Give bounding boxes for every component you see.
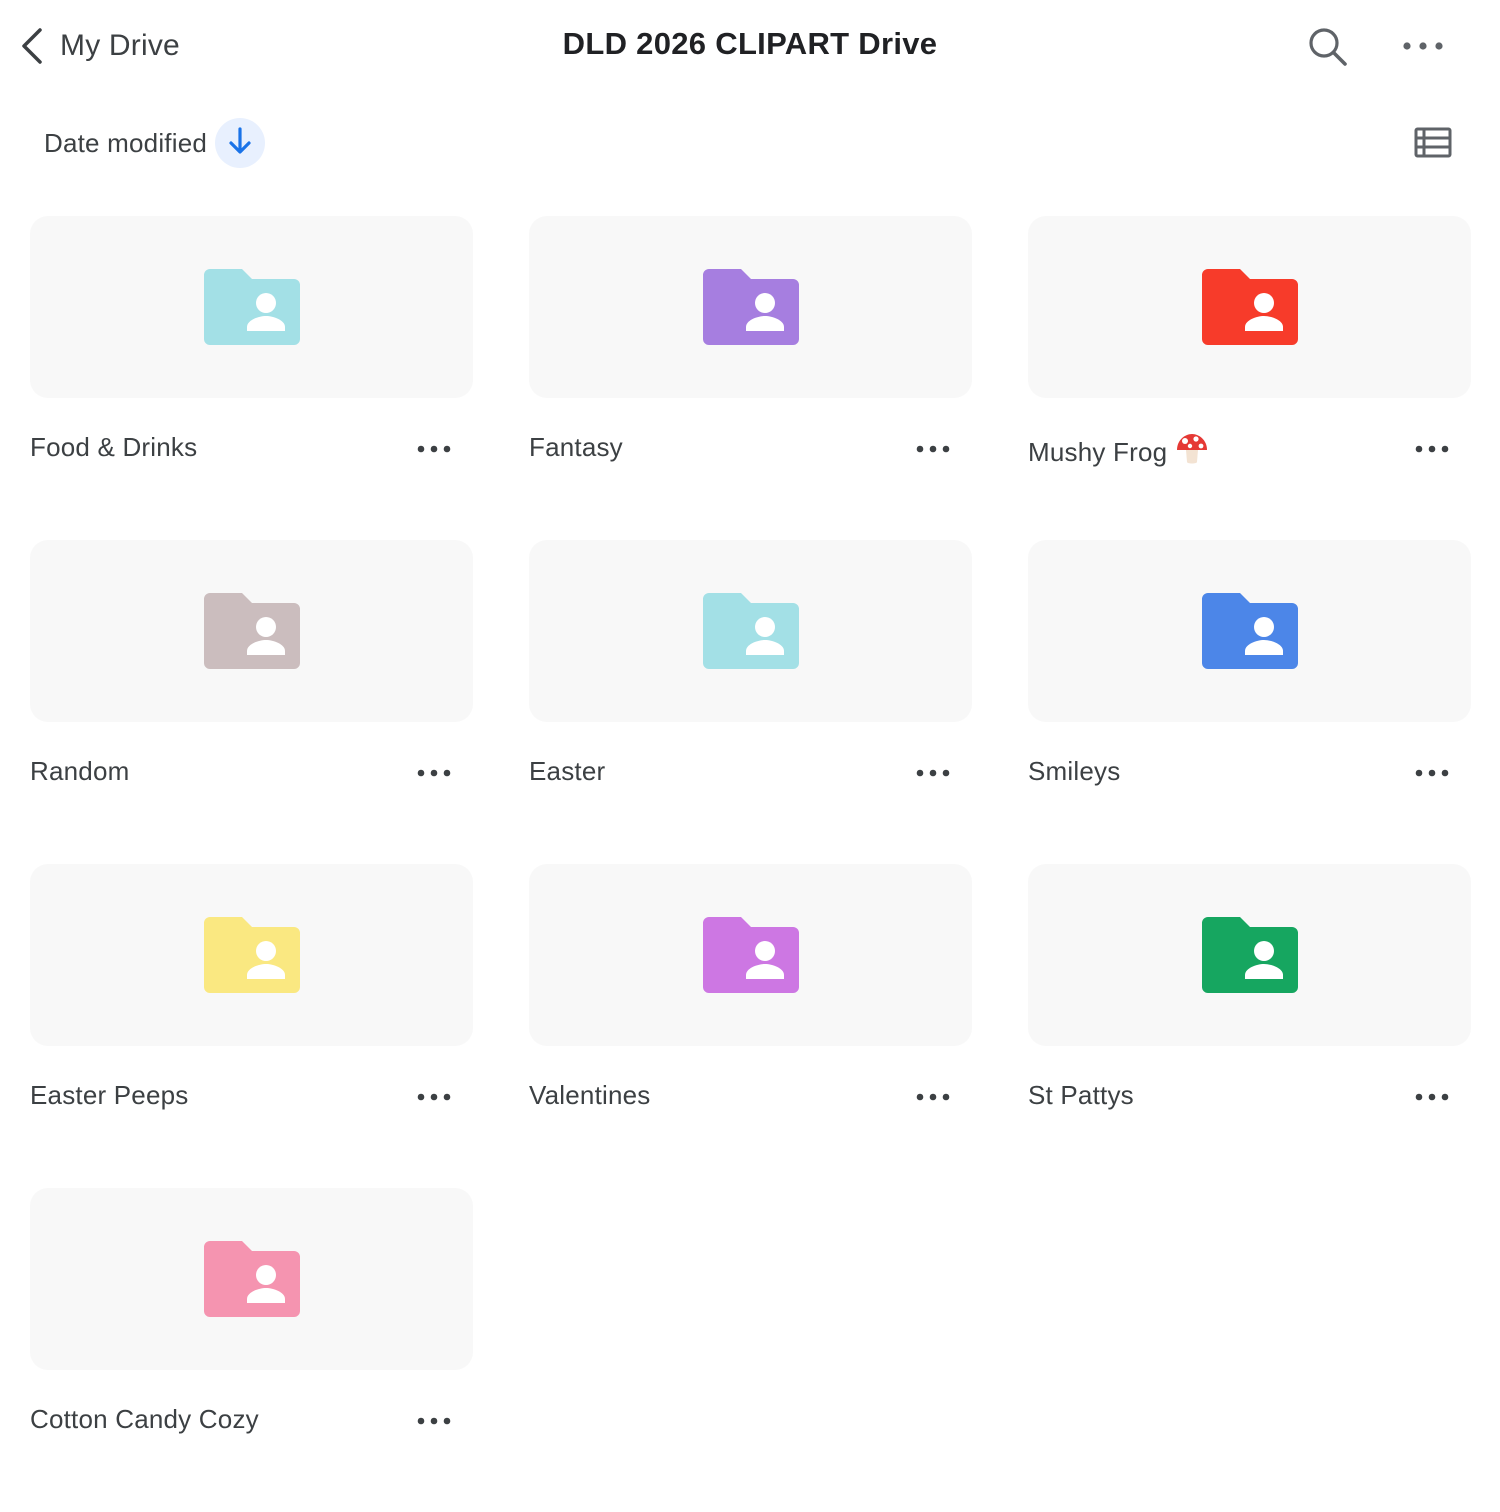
folder-name-text: St Pattys	[1028, 1080, 1134, 1110]
shared-folder-icon	[702, 915, 799, 995]
folder-tile[interactable]: Mushy Frog	[1028, 216, 1471, 540]
folder-name: Random	[30, 756, 129, 787]
shared-folder-icon	[1201, 267, 1298, 347]
folder-name-text: Easter	[529, 756, 606, 786]
folder-thumbnail[interactable]	[1028, 216, 1471, 398]
more-horizontal-icon	[1414, 769, 1450, 792]
more-horizontal-icon	[1414, 1093, 1450, 1116]
folder-tile[interactable]: Food & Drinks	[30, 216, 473, 540]
more-horizontal-icon	[416, 1417, 452, 1440]
folder-name-text: Cotton Candy Cozy	[30, 1404, 259, 1434]
page-title: DLD 2026 CLIPART Drive	[562, 26, 938, 61]
sort-control[interactable]: Date modified	[44, 116, 266, 170]
shared-folder-icon	[203, 267, 300, 347]
folder-tile[interactable]: Cotton Candy Cozy	[30, 1188, 473, 1512]
shared-folder-icon	[203, 915, 300, 995]
folder-name-text: Valentines	[529, 1080, 651, 1110]
list-view-icon	[1414, 127, 1454, 164]
folder-more-button[interactable]	[1414, 758, 1450, 788]
shared-folder-icon	[203, 591, 300, 671]
folder-thumbnail[interactable]	[30, 864, 473, 1046]
folder-thumbnail[interactable]	[30, 1188, 473, 1370]
folder-name-text: Smileys	[1028, 756, 1121, 786]
more-horizontal-icon	[915, 445, 951, 468]
shared-folder-icon	[1201, 915, 1298, 995]
shared-folder-icon	[702, 591, 799, 671]
folder-thumbnail[interactable]	[1028, 864, 1471, 1046]
folder-tile[interactable]: Easter	[529, 540, 972, 864]
folder-name-text: Fantasy	[529, 432, 623, 462]
folder-grid: Food & Drinks Fantasy Mushy Frog Random East…	[30, 216, 1472, 1512]
more-horizontal-icon	[1398, 42, 1448, 72]
search-icon	[1304, 28, 1352, 76]
view-toggle-button[interactable]	[1414, 126, 1454, 160]
search-button[interactable]	[1304, 24, 1352, 72]
folder-more-button[interactable]	[915, 434, 951, 464]
more-horizontal-icon	[1414, 445, 1450, 468]
folder-more-button[interactable]	[1414, 434, 1450, 464]
folder-name: Fantasy	[529, 432, 623, 463]
folder-tile[interactable]: Valentines	[529, 864, 972, 1188]
folder-more-button[interactable]	[416, 1406, 452, 1436]
folder-name-text: Easter Peeps	[30, 1080, 189, 1110]
folder-thumbnail[interactable]	[1028, 540, 1471, 722]
folder-more-button[interactable]	[416, 434, 452, 464]
arrow-down-icon	[227, 126, 253, 161]
folder-name: Easter	[529, 756, 605, 787]
more-horizontal-icon	[416, 445, 452, 468]
folder-name-text: Food & Drinks	[30, 432, 198, 462]
more-horizontal-icon	[915, 769, 951, 792]
folder-thumbnail[interactable]	[529, 540, 972, 722]
folder-tile[interactable]: Smileys	[1028, 540, 1471, 864]
app-header: My Drive DLD 2026 CLIPART Drive	[0, 0, 1500, 92]
folder-name: Smileys	[1028, 756, 1120, 787]
folder-name: Food & Drinks	[30, 432, 197, 463]
folder-name-text: Mushy Frog	[1028, 437, 1168, 467]
folder-tile[interactable]: Easter Peeps	[30, 864, 473, 1188]
sort-direction-button[interactable]	[215, 118, 266, 168]
folder-tile[interactable]: Random	[30, 540, 473, 864]
folder-name: St Pattys	[1028, 1080, 1134, 1111]
folder-thumbnail[interactable]	[30, 540, 473, 722]
folder-more-button[interactable]	[915, 1082, 951, 1112]
folder-thumbnail[interactable]	[30, 216, 473, 398]
folder-name: Cotton Candy Cozy	[30, 1404, 259, 1435]
folder-more-button[interactable]	[416, 758, 452, 788]
more-horizontal-icon	[416, 769, 452, 792]
folder-tile[interactable]: Fantasy	[529, 216, 972, 540]
folder-more-button[interactable]	[915, 758, 951, 788]
folder-thumbnail[interactable]	[529, 864, 972, 1046]
folder-tile[interactable]: St Pattys	[1028, 864, 1471, 1188]
shared-folder-icon	[1201, 591, 1298, 671]
folder-name: Easter Peeps	[30, 1080, 189, 1111]
more-horizontal-icon	[416, 1093, 452, 1116]
folder-more-button[interactable]	[1414, 1082, 1450, 1112]
sort-label: Date modified	[44, 127, 208, 158]
folder-thumbnail[interactable]	[529, 216, 972, 398]
more-horizontal-icon	[915, 1093, 951, 1116]
folder-name: Mushy Frog	[1028, 432, 1209, 473]
folder-name: Valentines	[529, 1080, 651, 1111]
shared-folder-icon	[702, 267, 799, 347]
mushroom-icon	[1175, 432, 1209, 473]
folder-more-button[interactable]	[416, 1082, 452, 1112]
more-options-button[interactable]	[1398, 24, 1448, 68]
folder-name-text: Random	[30, 756, 130, 786]
shared-folder-icon	[203, 1239, 300, 1319]
